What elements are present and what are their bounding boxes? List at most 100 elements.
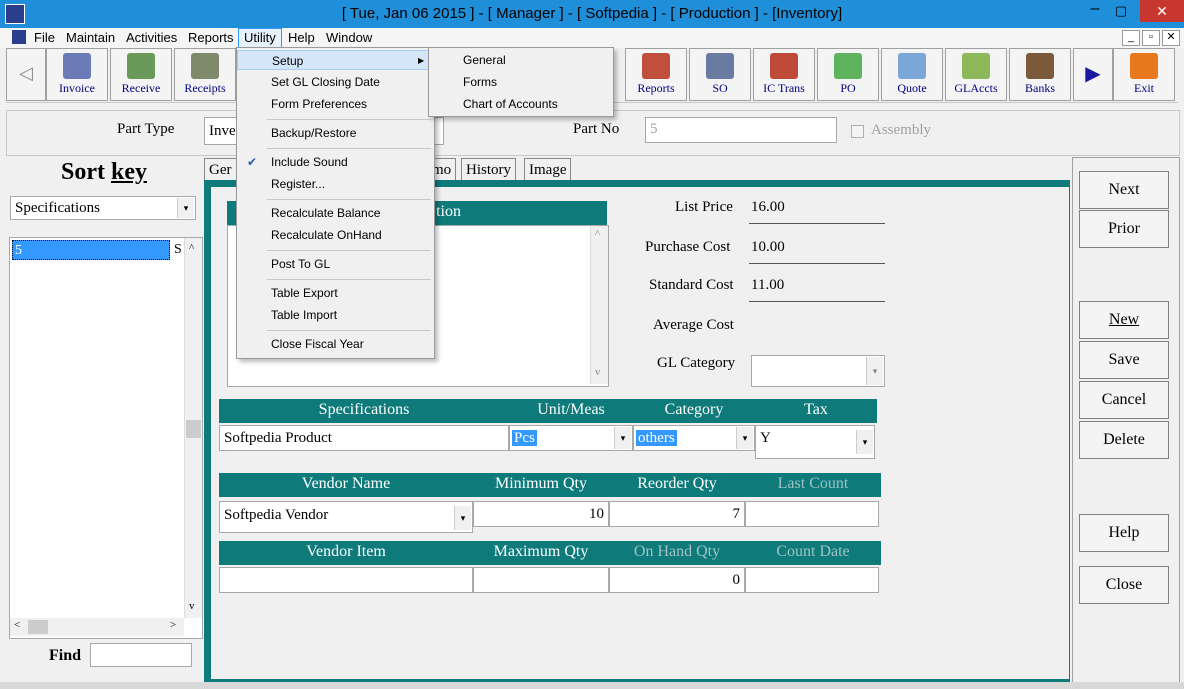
purchase-cost-value[interactable]: 10.00 [751,239,785,256]
find-input[interactable] [90,643,192,667]
chevron-down-icon[interactable]: ▾ [856,430,873,454]
toolbar-so-button[interactable]: SO [689,48,751,101]
reorder-qty-cell[interactable]: 7 [609,501,745,527]
chevron-down-icon[interactable]: ▾ [736,427,753,449]
chevron-down-icon[interactable]: ▾ [614,427,631,449]
menu-maintain[interactable]: Maintain [61,29,120,47]
list-item[interactable]: 5 [12,240,170,260]
action-panel: Next Prior New Save Cancel Delete Help C… [1072,157,1180,685]
mdi-restore-button[interactable]: ▫ [1142,30,1160,46]
new-button[interactable]: New [1079,301,1169,339]
sort-list[interactable]: 5 S ^ v < > [9,237,203,639]
scroll-down-icon[interactable]: v [189,600,195,612]
toolbar-glaccts-button[interactable]: GLAccts [945,48,1007,101]
maximize-button[interactable]: ▢ [1110,2,1132,20]
title-bar: [ Tue, Jan 06 2015 ] - [ Manager ] - [ S… [0,0,1184,29]
toolbar-ictrans-button[interactable]: IC Trans [753,48,815,101]
grid-header-last-count: Last Count [745,473,881,497]
menu-item-set-gl-closing-date[interactable]: Set GL Closing Date [237,72,432,92]
chevron-down-icon[interactable]: ▾ [866,357,883,385]
scroll-left-icon[interactable]: < [14,619,20,631]
menu-item-backup-restore[interactable]: Backup/Restore [237,123,432,143]
submenu-item-forms[interactable]: Forms [463,72,497,92]
toolbar-reports-button[interactable]: Reports [625,48,687,101]
menu-utility[interactable]: Utility [238,28,282,48]
standard-cost-value[interactable]: 11.00 [751,277,784,294]
submenu-item-general[interactable]: General [463,50,506,70]
assembly-checkbox[interactable] [851,125,864,138]
menu-help[interactable]: Help [283,29,320,47]
mdi-close-button[interactable]: ✕ [1162,30,1180,46]
scrollbar-thumb[interactable] [186,420,201,438]
chevron-down-icon[interactable]: ▾ [177,198,194,218]
menu-item-table-export[interactable]: Table Export [237,283,432,303]
help-button[interactable]: Help [1079,514,1169,552]
back-button[interactable]: ◁ [6,48,46,101]
toolbar-invoice-button[interactable]: Invoice [46,48,108,101]
menu-window[interactable]: Window [321,29,377,47]
minimum-qty-cell[interactable]: 10 [473,501,609,527]
standard-cost-label: Standard Cost [649,277,734,293]
submenu-item-chart-of-accounts[interactable]: Chart of Accounts [463,94,558,114]
scroll-right-icon[interactable]: > [170,619,176,631]
horizontal-scrollbar-thumb[interactable] [28,620,48,634]
gl-category-select[interactable]: ▾ [751,355,885,387]
exit-arrow-icon [1130,53,1158,79]
list-price-value[interactable]: 16.00 [751,199,785,216]
toolbar-banks-button[interactable]: Banks [1009,48,1071,101]
menu-item-recalculate-onhand[interactable]: Recalculate OnHand [237,225,432,245]
menu-file[interactable]: File [29,29,60,47]
menu-item-include-sound[interactable]: ✔ Include Sound [237,152,432,172]
mdi-minimize-button[interactable]: _ [1122,30,1140,46]
tab-history[interactable]: History [461,158,516,181]
menu-item-register[interactable]: Register... [237,174,432,194]
sort-key-select[interactable]: Specifications ▾ [10,196,196,220]
grid-header-category: Category [633,399,755,423]
menu-activities[interactable]: Activities [121,29,182,47]
scroll-down-icon[interactable]: v [595,366,601,378]
specifications-cell[interactable]: Softpedia Product [219,425,509,451]
menu-item-post-to-gl[interactable]: Post To GL [237,254,432,274]
save-button[interactable]: Save [1079,341,1169,379]
part-no-field[interactable]: 5 [645,117,837,143]
toolbar-receive-button[interactable]: Receive [110,48,172,101]
menu-item-recalculate-balance[interactable]: Recalculate Balance [237,203,432,223]
vendor-name-select[interactable]: Softpedia Vendor ▾ [219,501,473,533]
menu-reports[interactable]: Reports [183,29,239,47]
toolbar-po-button[interactable]: PO [817,48,879,101]
scroll-up-icon[interactable]: ^ [595,228,600,240]
description-scrollbar[interactable]: ^ v [590,226,608,384]
unit-meas-select[interactable]: Pcs ▾ [509,425,633,451]
grid-header-on-hand-qty: On Hand Qty [609,541,745,565]
next-button[interactable]: Next [1079,171,1169,209]
toolbar-receipts-button[interactable]: Receipts [174,48,236,101]
chevron-down-icon[interactable]: ▾ [454,506,471,530]
maximum-qty-cell[interactable] [473,567,609,593]
tax-select[interactable]: Y ▾ [755,425,875,459]
toolbar-exit-button[interactable]: Exit [1113,48,1175,101]
menu-item-table-import[interactable]: Table Import [237,305,432,325]
tab-general[interactable]: Ger [204,158,237,181]
minimize-button[interactable]: – [1084,1,1106,20]
menu-item-close-fiscal-year[interactable]: Close Fiscal Year [237,334,432,354]
mdi-controls: _ ▫ ✕ [1120,30,1180,46]
menu-item-form-preferences[interactable]: Form Preferences [237,94,432,114]
grid-header-minimum-qty: Minimum Qty [473,473,609,497]
vendor-item-cell[interactable] [219,567,473,593]
purchase-order-icon [834,53,862,79]
category-select[interactable]: others ▾ [633,425,755,451]
toolbar-quote-button[interactable]: Quote [881,48,943,101]
mdi-app-icon[interactable] [12,30,26,44]
close-window-button[interactable]: ✕ [1140,0,1184,22]
toolbar-play-button[interactable]: ▶ [1073,48,1113,101]
close-button[interactable]: Close [1079,566,1169,604]
cancel-button[interactable]: Cancel [1079,381,1169,419]
list-horizontal-scrollbar[interactable]: < > [10,618,184,636]
tab-image[interactable]: Image [524,158,572,181]
list-vertical-scrollbar[interactable]: ^ v [184,238,202,618]
prior-button[interactable]: Prior [1079,210,1169,248]
reports-chart-icon [642,53,670,79]
scroll-up-icon[interactable]: ^ [189,242,194,254]
delete-button[interactable]: Delete [1079,421,1169,459]
menu-item-setup[interactable]: Setup ▶ [237,50,432,70]
